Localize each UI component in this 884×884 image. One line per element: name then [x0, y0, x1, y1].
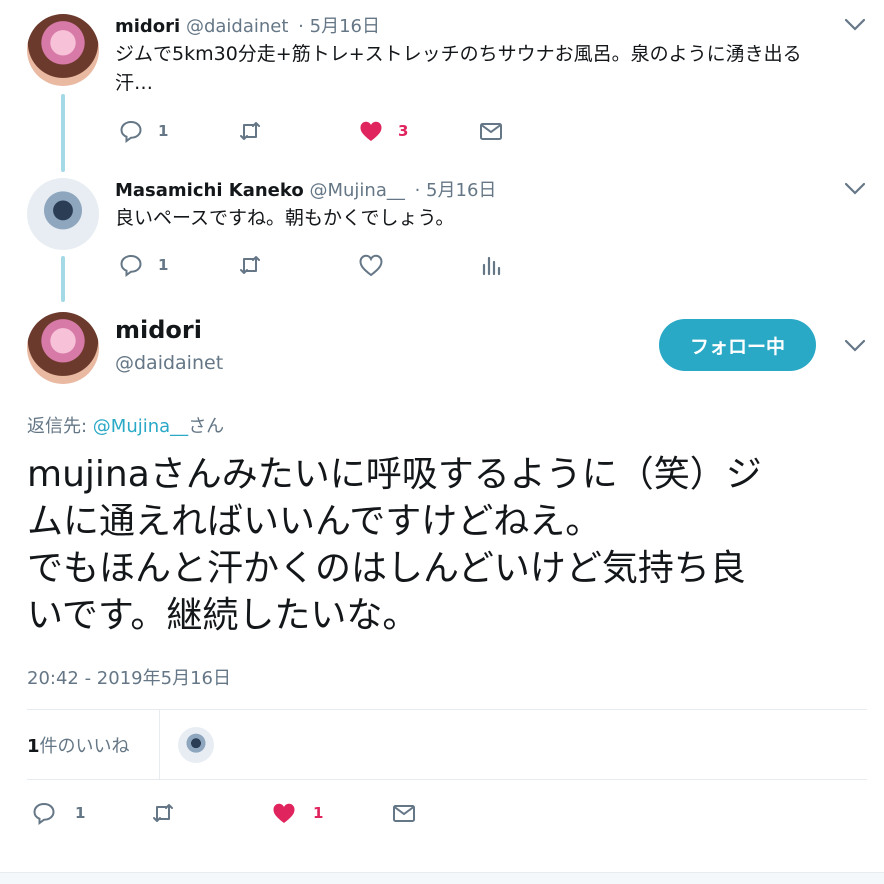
like-count: 1: [313, 804, 324, 822]
tweet-text: 良いペースですね。朝もかくでしょう。: [115, 207, 455, 229]
heart-icon: [359, 254, 383, 277]
analytics-icon: [482, 256, 501, 276]
retweet-button[interactable]: [237, 118, 263, 144]
avatar[interactable]: [27, 14, 99, 86]
reply-count: 1: [158, 256, 169, 274]
divider: [27, 779, 867, 780]
reply-to: 返信先: @Mujina__さん: [27, 412, 224, 438]
likes-count: 1: [27, 736, 40, 757]
tweet-date[interactable]: · 5月16日: [298, 16, 380, 37]
tweet-text-line: いです。継続したいな。: [27, 595, 419, 636]
display-name[interactable]: Masamichi Kaneko: [115, 180, 304, 201]
chevron-down-icon[interactable]: [844, 18, 866, 32]
chevron-down-icon[interactable]: [844, 339, 866, 353]
tweet-header: Masamichi Kaneko @Mujina__ · 5月16日: [115, 176, 496, 202]
reply-icon: [33, 802, 55, 825]
tweet-text-line: ジムで5km30分走+筋トレ+ストレッチのちサウナお風呂。泉のように湧き出る: [115, 43, 802, 65]
tweet-text: mujinaさんみたいに呼吸するように（笑）ジ ムに通えればいいんですけどねえ。…: [27, 451, 867, 639]
tweet-header: midori @daidainet · 5月16日: [115, 12, 380, 38]
retweet-icon: [240, 122, 260, 140]
like-button[interactable]: [358, 252, 384, 278]
tweet-text-line: mujinaさんみたいに呼吸するように（笑）ジ: [27, 454, 762, 495]
reply-to-prefix: 返信先:: [27, 416, 93, 437]
reply-count: 1: [75, 804, 86, 822]
reply-to-link[interactable]: @Mujina__: [93, 416, 188, 437]
like-button[interactable]: 1: [271, 800, 323, 826]
mail-icon: [393, 805, 415, 822]
analytics-button[interactable]: [478, 252, 504, 278]
retweet-button[interactable]: [150, 800, 176, 826]
tweet-date[interactable]: · 5月16日: [415, 180, 497, 201]
retweet-button[interactable]: [237, 252, 263, 278]
message-button[interactable]: [478, 118, 504, 144]
reply-count: 1: [158, 122, 169, 140]
heart-icon: [273, 803, 295, 823]
display-name[interactable]: midori: [115, 316, 202, 344]
likes-summary[interactable]: 1件のいいね: [27, 732, 130, 758]
tweet-text-line: ムに通えればいいんですけどねえ。: [27, 501, 602, 542]
tweet-text: ジムで5km30分走+筋トレ+ストレッチのちサウナお風呂。泉のように湧き出る 汗…: [115, 40, 865, 98]
handle[interactable]: @daidainet: [115, 352, 223, 374]
message-button[interactable]: [391, 800, 417, 826]
liker-avatar[interactable]: [178, 727, 214, 763]
reply-to-suffix: さん: [188, 416, 225, 437]
thread-line: [61, 256, 65, 302]
tweet-timestamp[interactable]: 20:42 - 2019年5月16日: [27, 664, 231, 690]
reply-button[interactable]: 1: [118, 252, 168, 278]
handle[interactable]: @daidainet: [186, 16, 288, 37]
like-button[interactable]: 3: [358, 118, 408, 144]
bottom-border: [0, 872, 884, 884]
avatar[interactable]: [27, 312, 99, 384]
like-count: 3: [398, 122, 409, 140]
avatar[interactable]: [27, 178, 99, 250]
reply-icon: [120, 254, 142, 277]
reply-button[interactable]: 1: [31, 800, 85, 826]
reply-button[interactable]: 1: [118, 118, 168, 144]
tweet-text-line: でもほんと汗かくのはしんどいけど気持ち良: [27, 548, 746, 589]
vertical-divider: [159, 710, 160, 779]
likes-label: 件のいいね: [39, 736, 130, 757]
handle[interactable]: @Mujina__: [309, 180, 404, 201]
reply-icon: [120, 120, 142, 143]
chevron-down-icon[interactable]: [844, 182, 866, 196]
mail-icon: [480, 123, 502, 140]
tweet-text-line: 汗…: [115, 72, 154, 94]
retweet-icon: [153, 804, 173, 822]
display-name[interactable]: midori: [115, 16, 180, 37]
follow-button[interactable]: フォロー中: [659, 319, 816, 371]
thread-line: [61, 94, 65, 172]
heart-icon: [360, 121, 382, 141]
divider: [27, 709, 867, 710]
retweet-icon: [240, 256, 260, 274]
